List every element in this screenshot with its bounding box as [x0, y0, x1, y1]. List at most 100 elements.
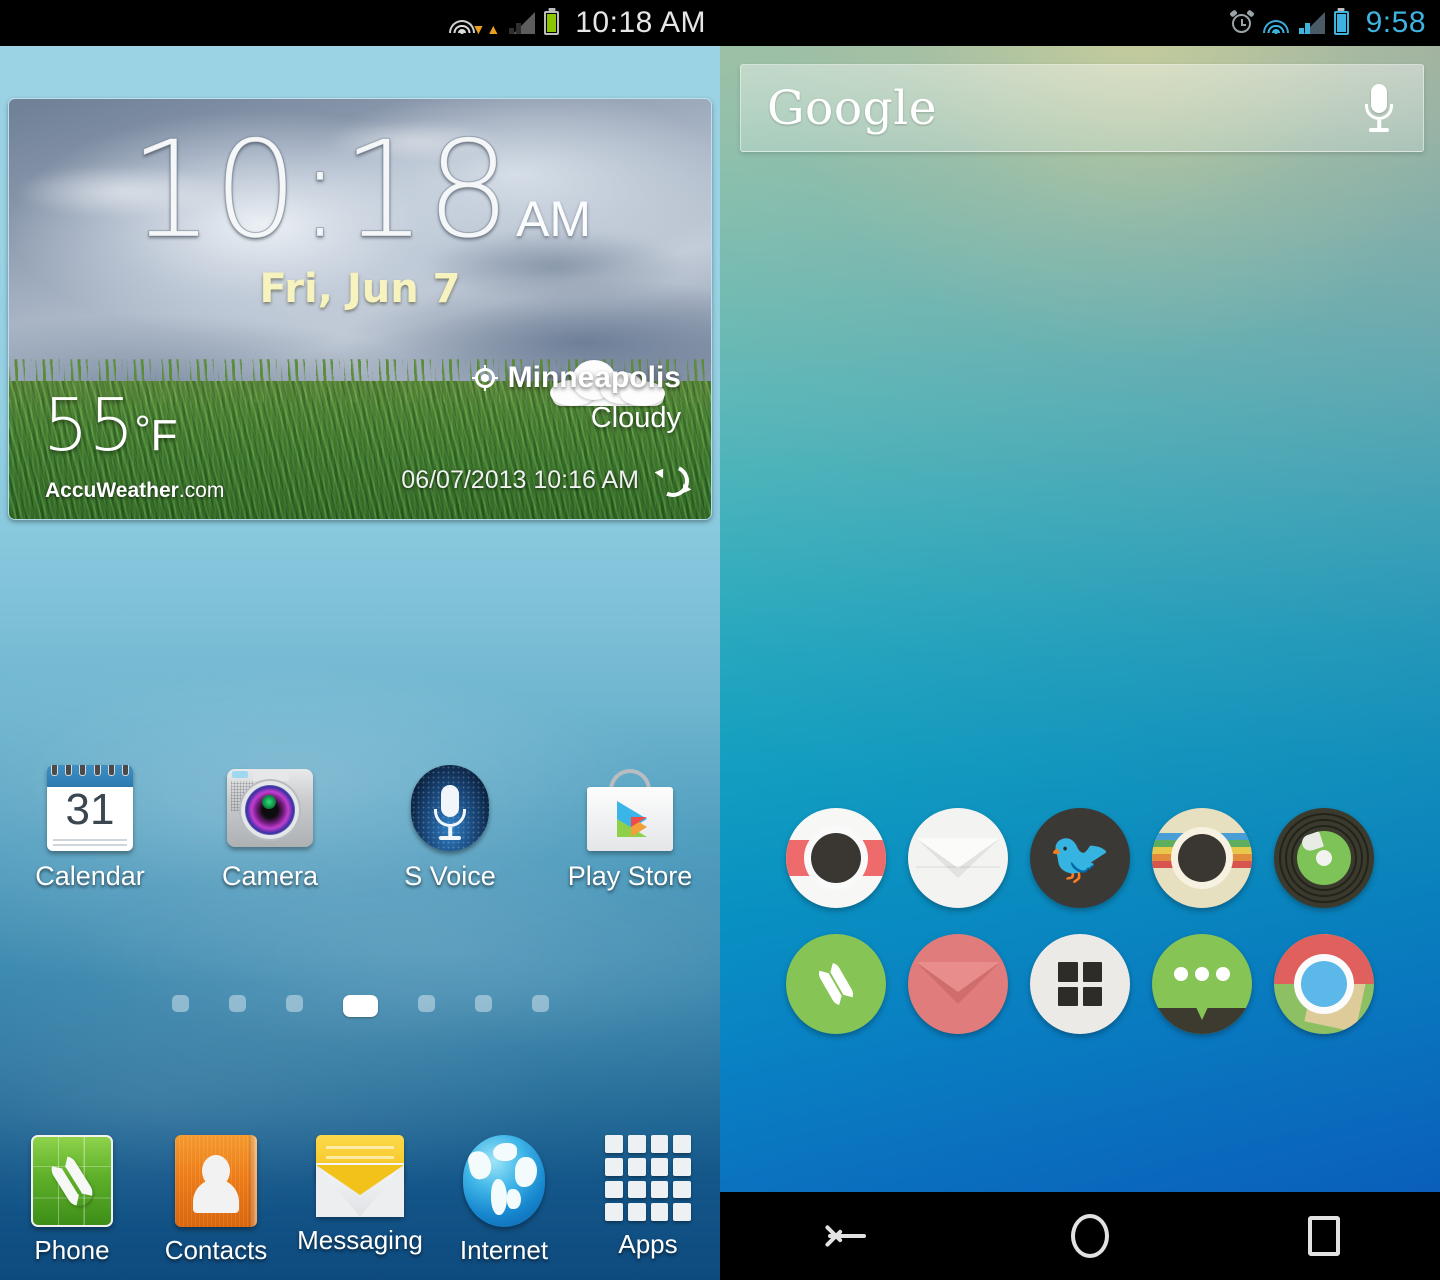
app-label: Camera [221, 861, 319, 891]
right-status-bar[interactable]: 9:58 [720, 0, 1440, 46]
refresh-icon[interactable] [652, 460, 694, 502]
google-logo: Google [767, 80, 938, 136]
wifi-icon [1263, 12, 1290, 34]
play-store-bag-icon [587, 765, 673, 851]
app-row-1: 🐦 [720, 808, 1440, 908]
brand-bold: AccuWeather [45, 479, 179, 502]
envelope-icon [316, 1135, 404, 1217]
widget-temperature: 55°F [43, 389, 178, 461]
app-chrome[interactable] [1274, 934, 1374, 1034]
dock-item-apps[interactable]: Apps [576, 1135, 720, 1266]
apps-grid-icon [605, 1135, 691, 1221]
city-name: Minneapolis [507, 361, 681, 394]
app-camera[interactable]: Camera [180, 765, 360, 892]
dock-label: Internet [459, 1235, 549, 1265]
download-upload-icon: ▼ ▲ [471, 21, 501, 37]
left-phone-panel: ▼ ▲ 10:18 AM 10:18 AM Fri, Jun 7 55°F Accu… [0, 0, 720, 1280]
globe-icon [463, 1135, 545, 1227]
twitter-bird-icon: 🐦 [1048, 830, 1112, 886]
accuweather-brand: AccuWeather.com [45, 479, 224, 503]
app-twitter[interactable]: 🐦 [1030, 808, 1130, 908]
app-email[interactable] [908, 808, 1008, 908]
back-arrow-icon[interactable] [820, 1216, 872, 1256]
page-indicator[interactable] [0, 995, 720, 1017]
app-phone[interactable] [786, 934, 886, 1034]
battery-icon [544, 11, 560, 35]
home-circle-icon[interactable] [1070, 1214, 1109, 1258]
widget-date: Fri, Jun 7 [259, 266, 461, 312]
right-wallpaper [720, 0, 1440, 1280]
dock-label: Contacts [164, 1235, 268, 1265]
app-drawer-button[interactable] [1030, 934, 1130, 1034]
wifi-icon [449, 12, 476, 34]
gps-location-icon [471, 365, 498, 391]
chrome-icon [1301, 961, 1347, 1007]
cellular-signal-icon [1298, 12, 1325, 34]
envelope-circle-icon [916, 866, 1000, 868]
dock-label: Apps [618, 1229, 678, 1259]
app-camera[interactable] [786, 808, 886, 908]
google-search-bar[interactable]: Google [740, 64, 1424, 152]
page-dot-6[interactable] [474, 995, 492, 1012]
degree-symbol: ° [134, 408, 151, 453]
page-dot-2[interactable] [228, 995, 246, 1012]
android-nav-bar [720, 1192, 1440, 1280]
app-play-music[interactable] [1274, 808, 1374, 908]
right-status-clock: 9:58 [1365, 6, 1426, 39]
camera-icon [227, 765, 313, 851]
left-app-row: 31 Calendar Camera S Voice Play Store [0, 765, 720, 892]
phone-handset-circle-icon [814, 958, 858, 1010]
battery-icon [1333, 11, 1349, 35]
microphone-icon [407, 765, 493, 851]
widget-time: 10:18 [128, 112, 511, 268]
app-label: S Voice [404, 861, 496, 891]
temperature-unit: F [150, 411, 178, 460]
app-s-voice[interactable]: S Voice [360, 765, 540, 892]
app-hangouts[interactable] [1152, 934, 1252, 1034]
recents-square-icon[interactable] [1308, 1216, 1341, 1256]
dock-label: Phone [34, 1235, 110, 1265]
page-dot-3[interactable] [285, 995, 303, 1012]
page-dot-7[interactable] [531, 995, 549, 1012]
widget-ampm: AM [516, 191, 592, 247]
left-status-icons: ▼ ▲ 10:18 AM [449, 6, 720, 40]
calendar-icon: 31 [47, 765, 133, 851]
app-gmail[interactable] [908, 934, 1008, 1034]
app-instagram[interactable] [1152, 808, 1252, 908]
dock-item-messaging[interactable]: Messaging [288, 1135, 432, 1266]
app-calendar[interactable]: 31 Calendar [0, 765, 180, 892]
widget-city: Minneapolis [471, 361, 681, 395]
instagram-camera-icon [1178, 834, 1226, 882]
cellular-signal-icon [509, 12, 536, 34]
dock-item-contacts[interactable]: Contacts [144, 1135, 288, 1266]
dual-phone-screenshot: ▼ ▲ 10:18 AM 10:18 AM Fri, Jun 7 55°F Accu… [0, 0, 1440, 1280]
left-status-bar[interactable]: ▼ ▲ 10:18 AM [0, 0, 720, 46]
phone-handset-icon [31, 1135, 113, 1227]
app-row-2 [720, 934, 1440, 1034]
dock-item-phone[interactable]: Phone [0, 1135, 144, 1266]
page-dot-4-active[interactable] [342, 995, 378, 1017]
temperature-value: 55 [43, 383, 135, 467]
widget-clock[interactable]: 10:18 AM Fri, Jun 7 [9, 123, 711, 312]
dock-label: Messaging [297, 1225, 423, 1255]
brand-light: .com [178, 479, 225, 502]
dock-item-internet[interactable]: Internet [432, 1135, 576, 1266]
page-dot-1[interactable] [171, 995, 189, 1012]
left-dock: Phone Contacts Messaging Internet Apps [0, 1135, 720, 1266]
calendar-date-badge: 31 [65, 785, 115, 834]
last-updated-time: 06/07/2013 10:16 AM [401, 466, 639, 494]
alarm-clock-icon [1228, 9, 1255, 35]
right-status-icons: 9:58 [1228, 6, 1440, 40]
app-label: Calendar [35, 861, 145, 891]
apps-grid-circle-icon [1058, 962, 1102, 1006]
app-label: Play Store [567, 861, 693, 891]
left-status-clock: 10:18 AM [575, 6, 706, 39]
app-play-store[interactable]: Play Store [540, 765, 720, 892]
page-dot-5[interactable] [417, 995, 435, 1012]
right-phone-panel: 9:58 Google 🐦 [720, 0, 1440, 1280]
microphone-icon[interactable] [1361, 84, 1397, 132]
accuweather-clock-widget[interactable]: 10:18 AM Fri, Jun 7 55°F AccuWeather.com … [8, 98, 712, 520]
right-app-grid: 🐦 [720, 808, 1440, 1060]
contacts-person-icon [175, 1135, 257, 1227]
gmail-envelope-icon [916, 962, 1000, 992]
